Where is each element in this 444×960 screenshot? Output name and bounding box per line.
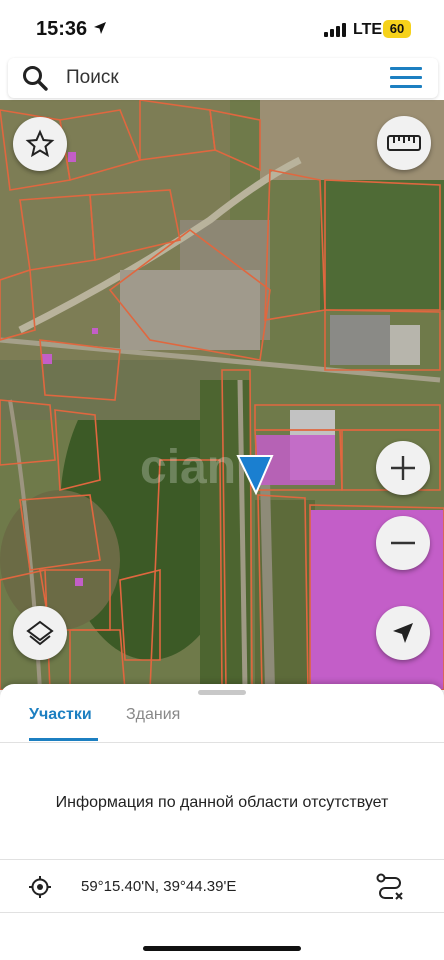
home-indicator bbox=[143, 946, 301, 951]
bottom-sheet[interactable]: Участки Здания Информация по данной обла… bbox=[0, 684, 444, 960]
status-time: 15:36 bbox=[36, 18, 88, 40]
ruler-icon bbox=[387, 135, 421, 151]
map-view[interactable]: cian bbox=[0, 100, 444, 690]
tab-buildings[interactable]: Здания bbox=[126, 706, 180, 724]
zoom-in-icon bbox=[391, 456, 415, 480]
ruler-button[interactable] bbox=[377, 116, 431, 170]
battery-indicator: 60 bbox=[383, 20, 411, 38]
coordinates-text: 59°15.40'N, 39°44.39'E bbox=[81, 878, 237, 895]
active-tab-indicator bbox=[29, 738, 98, 741]
navigation-arrow-icon bbox=[393, 623, 413, 643]
zoom-out-icon bbox=[391, 541, 415, 545]
search-icon[interactable] bbox=[22, 65, 48, 91]
signal-icon bbox=[324, 23, 350, 37]
divider bbox=[0, 859, 444, 860]
zoom-in-button[interactable] bbox=[376, 441, 430, 495]
search-input[interactable]: Поиск bbox=[66, 58, 119, 98]
empty-state-message: Информация по данной области отсутствует bbox=[55, 794, 389, 811]
network-label: LTE bbox=[353, 21, 383, 38]
favorite-star-icon bbox=[25, 129, 55, 158]
sheet-grabber[interactable] bbox=[198, 690, 246, 695]
layers-icon bbox=[26, 620, 54, 646]
tab-parcels[interactable]: Участки bbox=[29, 706, 92, 724]
crosshair-icon[interactable] bbox=[28, 875, 52, 899]
satellite-map[interactable] bbox=[0, 100, 444, 690]
my-location-button[interactable] bbox=[376, 606, 430, 660]
divider bbox=[0, 742, 444, 743]
layers-button[interactable] bbox=[13, 606, 67, 660]
favorite-button[interactable] bbox=[13, 117, 67, 171]
map-watermark: cian bbox=[140, 441, 237, 494]
location-arrow-icon bbox=[94, 22, 106, 34]
divider bbox=[0, 912, 444, 913]
status-bar: 15:36 LTE 60 bbox=[0, 0, 444, 56]
menu-icon[interactable] bbox=[390, 67, 422, 89]
zoom-out-button[interactable] bbox=[376, 516, 430, 570]
route-icon[interactable] bbox=[375, 872, 405, 902]
search-bar[interactable]: Поиск bbox=[8, 58, 438, 98]
